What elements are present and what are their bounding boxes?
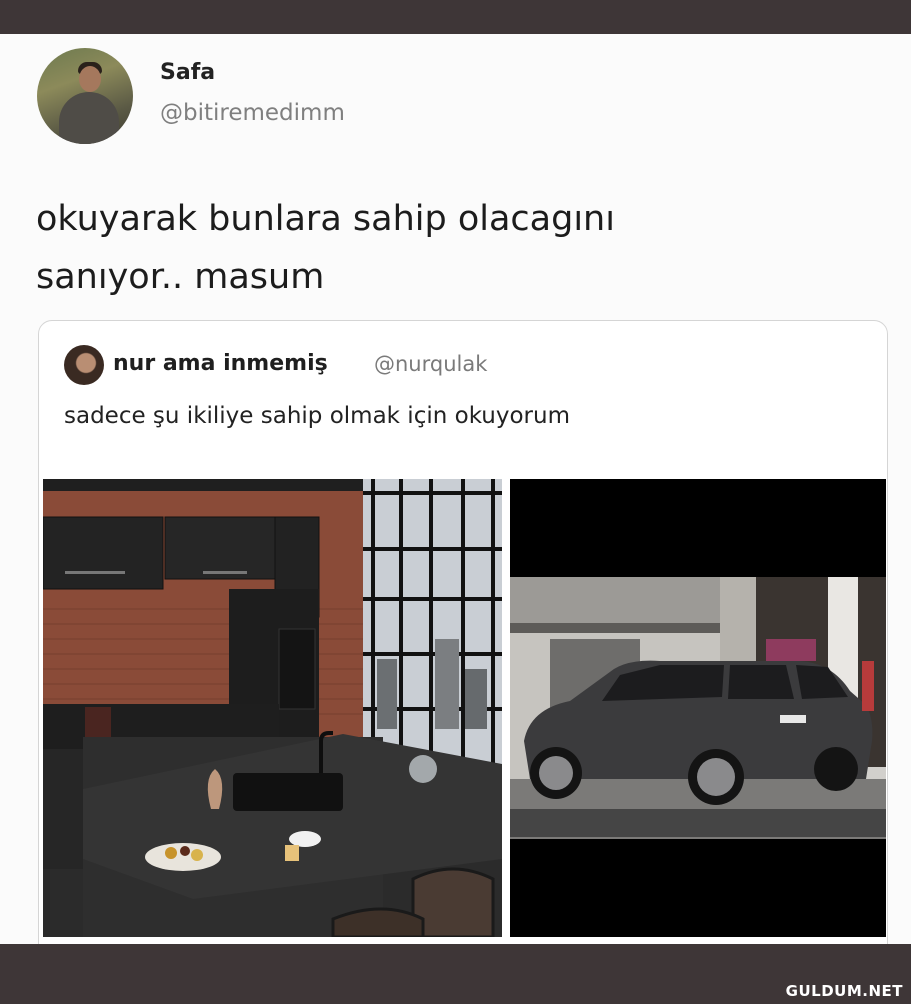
kitchen-photo[interactable] xyxy=(43,479,502,937)
quoted-author-name[interactable]: nur ama inmemiş xyxy=(113,351,328,376)
avatar-head xyxy=(79,66,101,92)
quoted-author-avatar[interactable] xyxy=(64,345,104,385)
tweet-text-line: okuyarak bunlara sahip olacagını xyxy=(36,199,615,239)
car-illustration xyxy=(510,479,886,937)
car-photo[interactable] xyxy=(510,479,886,937)
kitchen-illustration xyxy=(43,479,502,937)
site-watermark: GULDUM.NET xyxy=(785,982,903,1000)
author-handle[interactable]: @bitiremedimm xyxy=(160,100,345,126)
bottom-frame-bar: GULDUM.NET xyxy=(0,944,911,1004)
top-frame-bar xyxy=(0,0,911,34)
avatar-body xyxy=(59,92,119,144)
author-avatar[interactable] xyxy=(37,48,133,144)
quoted-author-handle[interactable]: @nurqulak xyxy=(374,352,487,376)
tweet-text: okuyarak bunlara sahip olacagını sanıyor… xyxy=(36,190,876,306)
quoted-tweet-text: sadece şu ikiliye sahip olmak için okuyo… xyxy=(64,403,570,429)
tweet-card: Safa @bitiremedimm okuyarak bunlara sahi… xyxy=(0,34,911,944)
tweet-text-line: sanıyor.. masum xyxy=(36,257,325,297)
author-name[interactable]: Safa xyxy=(160,60,215,85)
quoted-tweet[interactable]: nur ama inmemiş @nurqulak sadece şu ikil… xyxy=(38,320,888,944)
